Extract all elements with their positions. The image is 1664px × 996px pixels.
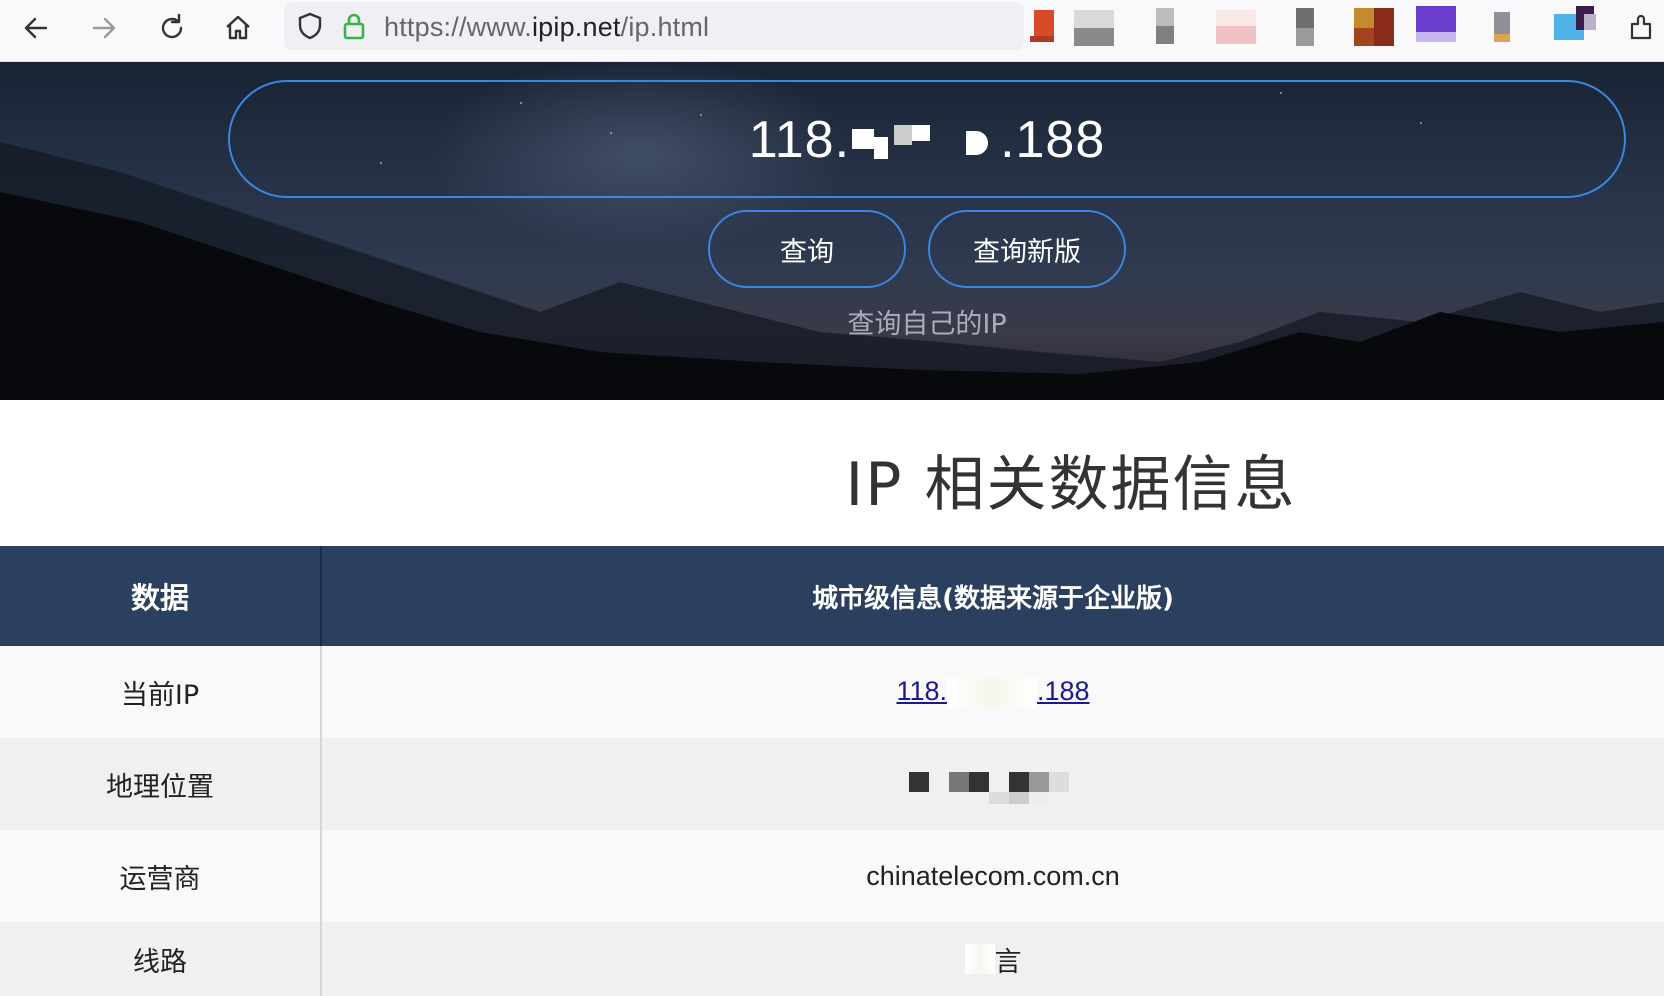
browser-toolbar: https://www.ipip.net/ip.html [0,0,1664,62]
extension-icon[interactable] [1074,6,1114,48]
redacted-location [903,764,1083,804]
extension-icon[interactable] [1490,6,1530,48]
table-row: 运营商 chinatelecom.com.cn [0,830,1664,922]
extension-icon[interactable] [1154,6,1194,48]
table-row: 线路 言 [0,922,1664,996]
reload-icon[interactable] [150,6,194,50]
current-ip-prefix: 118. [896,676,947,707]
redacted-ip-segment [946,677,1037,708]
extension-icon[interactable] [1030,6,1070,48]
url-host: ipip.net [531,12,621,42]
row-label-line: 线路 [0,922,322,996]
ip-suffix: .188 [1000,111,1106,169]
query-own-ip-link[interactable]: 查询自己的IP [0,302,1664,341]
section-title: IP 相关数据信息 [845,450,1297,520]
redacted-ip-segment [850,123,1000,163]
ip-input-value[interactable]: 118. .188 [230,110,1624,170]
row-label-current-ip: 当前IP [0,646,322,738]
table-row: 当前IP 118. .188 [0,646,1664,738]
current-ip-link[interactable]: 118. .188 [896,676,1090,708]
column-header-data: 数据 [0,546,322,646]
table-row: 地理位置 [0,738,1664,830]
table-header-row: 数据 城市级信息(数据来源于企业版) [0,546,1664,646]
extension-icon[interactable] [1416,6,1456,48]
ip-data-table: 数据 城市级信息(数据来源于企业版) 当前IP 118. .188 地理位置 运营… [0,546,1664,996]
url-bar[interactable]: https://www.ipip.net/ip.html [284,2,1024,50]
extensions-icon[interactable] [1620,6,1664,50]
column-header-city-info: 城市级信息(数据来源于企业版) [812,583,1174,614]
back-icon[interactable] [14,6,58,50]
forward-icon[interactable] [82,6,126,50]
hero-banner: 118. .188 查询 查询新版 查询自己的IP [0,62,1664,400]
ip-prefix: 118. [748,111,851,169]
shield-icon[interactable] [294,10,326,42]
isp-value: chinatelecom.com.cn [866,860,1120,891]
row-label-isp: 运营商 [0,830,322,922]
extension-icon[interactable] [1216,6,1256,48]
query-new-version-button[interactable]: 查询新版 [928,210,1126,288]
extension-icon[interactable] [1296,6,1336,48]
current-ip-suffix: .188 [1036,676,1090,707]
ip-search-input[interactable]: 118. .188 [228,80,1626,198]
line-value: 言 [994,946,1022,977]
redacted-text [964,944,995,974]
current-ip-cell: 118. .188 [322,646,1664,738]
extension-icon[interactable] [1554,6,1596,48]
url-path: /ip.html [620,12,710,42]
url-scheme: https://www. [384,12,532,42]
query-button[interactable]: 查询 [708,210,906,288]
url-text: https://www.ipip.net/ip.html [384,12,709,43]
location-cell [322,738,1664,830]
extension-icon[interactable] [1354,6,1394,48]
lock-icon[interactable] [338,10,370,42]
row-label-location: 地理位置 [0,738,322,830]
line-value-cell: 言 [322,922,1664,996]
home-icon[interactable] [216,6,260,50]
